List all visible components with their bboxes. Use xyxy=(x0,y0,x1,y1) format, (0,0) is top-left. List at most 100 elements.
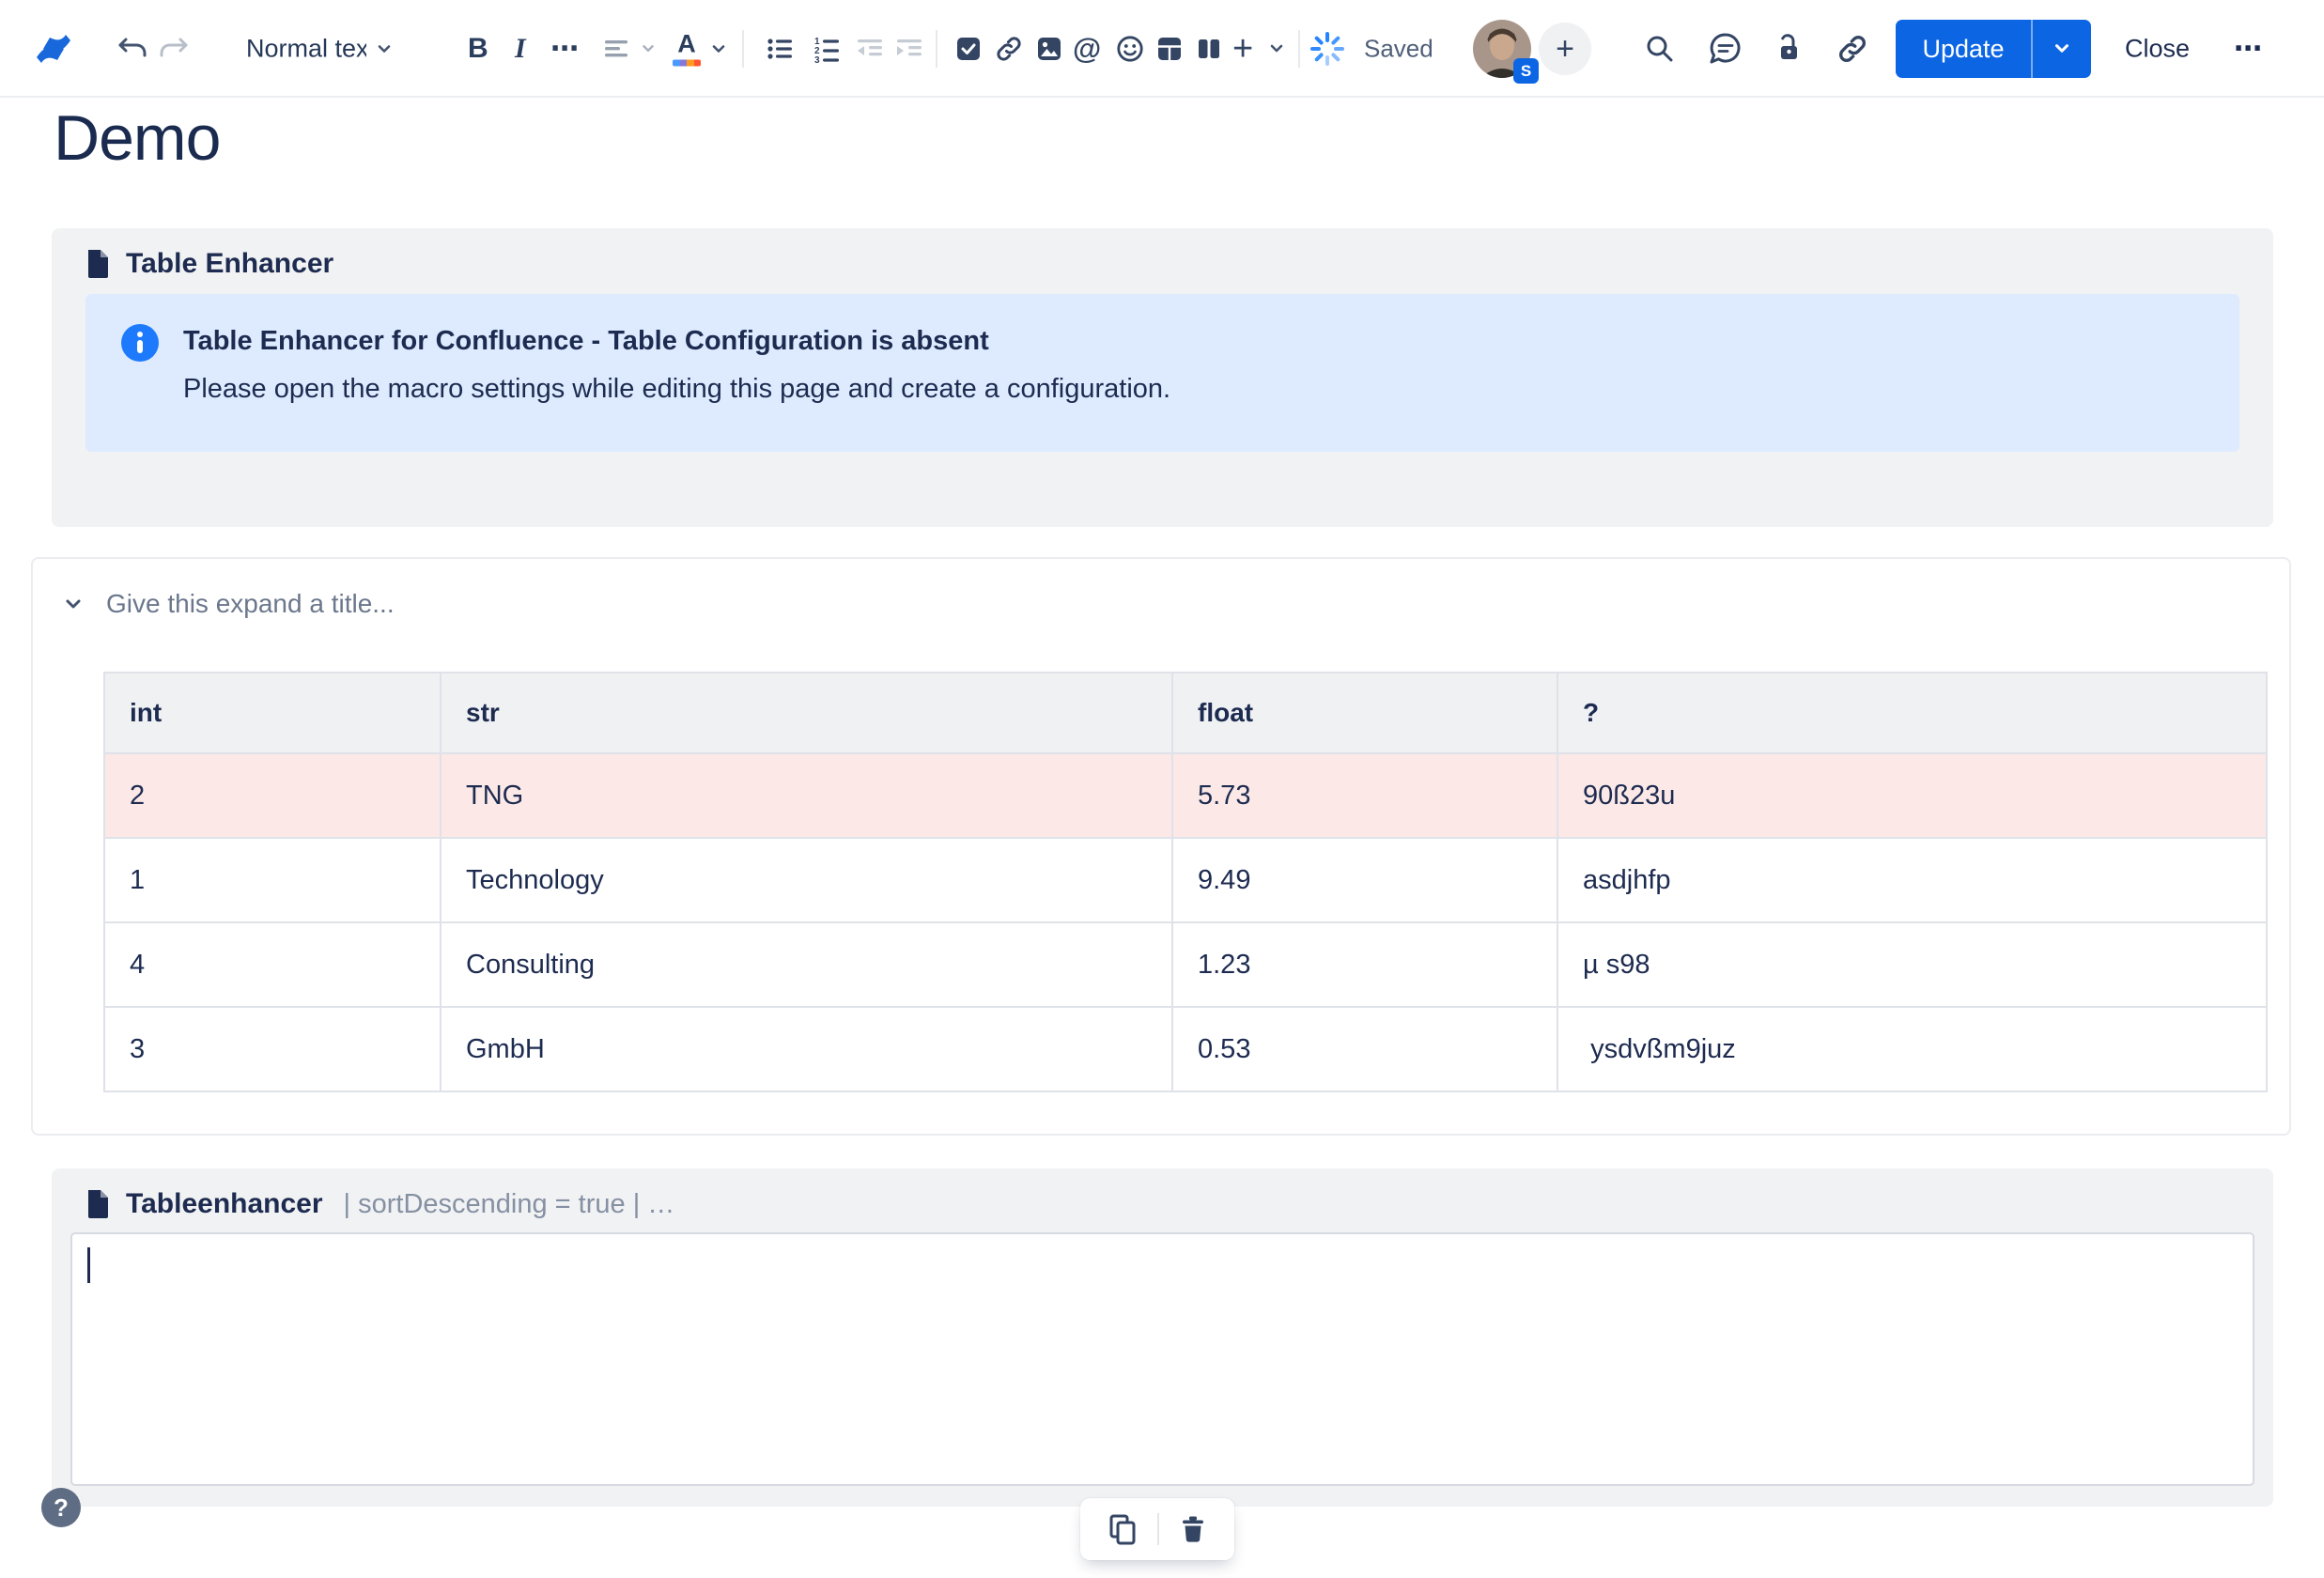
table-cell[interactable]: 2 xyxy=(103,752,442,839)
update-options-chevron[interactable] xyxy=(2033,20,2091,78)
outdent-button[interactable] xyxy=(853,31,889,67)
avatar[interactable]: S xyxy=(1473,20,1539,84)
table-cell[interactable]: 0.53 xyxy=(1171,1006,1558,1092)
table-cell[interactable]: TNG xyxy=(440,752,1173,839)
table-header-cell[interactable]: float xyxy=(1171,672,1558,754)
chevron-down-icon xyxy=(66,599,81,609)
numbered-list-button[interactable]: 123 xyxy=(810,31,845,67)
data-table: int str float? 2 TNG 5.73 90ß23u 1 Technology 9.… xyxy=(103,672,2268,1092)
layouts-button[interactable] xyxy=(1193,33,1225,65)
info-banner-body: Please open the macro settings while edi… xyxy=(183,374,1171,404)
undo-button[interactable] xyxy=(115,31,150,67)
table-header-cell[interactable]: int xyxy=(103,672,442,754)
floating-node-toolbar xyxy=(1080,1498,1234,1560)
more-formatting-button[interactable]: ⋯ xyxy=(550,33,581,66)
table-header-cell[interactable]: ? xyxy=(1557,672,2268,754)
chevron-down-icon xyxy=(712,44,725,53)
invite-plus-icon: + xyxy=(1539,23,1591,75)
insert-dropdown-chevron[interactable] xyxy=(1266,39,1287,59)
redo-icon xyxy=(160,38,188,57)
macro-body-editor[interactable] xyxy=(70,1232,2254,1486)
chevron-down-icon xyxy=(378,44,391,53)
table-cell[interactable]: 9.49 xyxy=(1171,837,1558,923)
document-icon xyxy=(88,1190,108,1218)
bullet-list-icon xyxy=(767,39,792,59)
indent-button[interactable] xyxy=(892,31,928,67)
expand-collapse-chevron[interactable] xyxy=(61,592,85,616)
table-cell[interactable]: µ s98 xyxy=(1557,921,2268,1008)
autosave-spinner-icon xyxy=(1308,29,1347,69)
table-cell[interactable]: Technology xyxy=(440,837,1173,923)
close-button[interactable]: Close xyxy=(2125,35,2190,64)
alignment-dropdown[interactable] xyxy=(599,32,658,66)
table-cell[interactable]: ysdvßm9juz xyxy=(1557,1006,2268,1092)
redo-button[interactable] xyxy=(156,31,192,67)
mention-button[interactable]: @ xyxy=(1073,32,1101,66)
help-button[interactable]: ? xyxy=(41,1488,81,1527)
table-cell[interactable]: 90ß23u xyxy=(1557,752,2268,839)
table-cell[interactable]: 1.23 xyxy=(1171,921,1558,1008)
invite-button[interactable]: + xyxy=(1539,23,1591,75)
table-icon xyxy=(1158,38,1181,60)
table-cell[interactable]: 4 xyxy=(103,921,442,1008)
macro-name: Table Enhancer xyxy=(126,248,334,279)
search-button[interactable] xyxy=(1642,31,1678,67)
table-cell[interactable]: asdjhfp xyxy=(1557,837,2268,923)
table-cell[interactable]: 3 xyxy=(103,1006,442,1092)
table-cell[interactable]: 5.73 xyxy=(1171,752,1558,839)
numbered-list-icon: 123 xyxy=(814,37,839,66)
toolbar-divider xyxy=(1298,30,1300,68)
table-button[interactable] xyxy=(1154,33,1185,65)
tableenhancer-macro-panel[interactable]: Tableenhancer | sortDescending = true | … xyxy=(52,1168,2273,1507)
unlock-button[interactable] xyxy=(1770,30,1807,68)
table-cell[interactable]: Consulting xyxy=(440,921,1173,1008)
table-row: 1 Technology 9.49 asdjhfp xyxy=(103,837,2268,923)
copy-link-button[interactable] xyxy=(1834,30,1871,68)
chain-link-icon xyxy=(1839,36,1866,62)
table-header-row: int str float? xyxy=(103,672,2268,754)
indent-icon xyxy=(897,39,922,56)
bullet-list-button[interactable] xyxy=(763,31,798,67)
table-enhancer-macro-panel[interactable]: Table Enhancer Table Enhancer for Conflu… xyxy=(52,228,2273,527)
info-banner: Table Enhancer for Confluence - Table Co… xyxy=(85,294,2239,452)
search-icon xyxy=(1647,36,1673,62)
avatar-status-badge: S xyxy=(1513,58,1539,84)
insert-more-button[interactable]: + xyxy=(1232,31,1253,67)
alignment-icon xyxy=(605,40,627,57)
trash-icon xyxy=(1183,1516,1203,1542)
table-row: 3 GmbH 0.53 ysdvßm9juz xyxy=(103,1006,2268,1092)
table-row: 2 TNG 5.73 90ß23u xyxy=(103,752,2268,839)
info-icon xyxy=(121,324,159,362)
svg-text:3: 3 xyxy=(814,55,820,66)
image-icon xyxy=(1038,38,1061,60)
copy-node-button[interactable] xyxy=(1105,1511,1140,1547)
outdent-icon xyxy=(858,39,882,56)
link-button[interactable] xyxy=(992,32,1026,66)
emoji-icon xyxy=(1117,36,1143,62)
image-button[interactable] xyxy=(1033,33,1065,65)
expand-section: Give this expand a title... int str float?… xyxy=(31,557,2291,1136)
italic-button[interactable]: I xyxy=(515,33,526,65)
emoji-button[interactable] xyxy=(1114,33,1146,65)
task-button[interactable] xyxy=(953,33,984,65)
page-title[interactable]: Demo xyxy=(54,101,221,175)
task-checkbox-icon xyxy=(957,38,980,60)
editor-overflow-button[interactable]: ⋯ xyxy=(2234,33,2264,66)
block-style-dropdown[interactable]: Normal text xyxy=(246,35,395,64)
table-cell[interactable]: 1 xyxy=(103,837,442,923)
toolbar-divider xyxy=(742,30,744,68)
comments-button[interactable] xyxy=(1706,29,1745,69)
text-caret xyxy=(87,1247,90,1283)
info-banner-title: Table Enhancer for Confluence - Table Co… xyxy=(183,326,989,356)
bold-button[interactable]: B xyxy=(468,33,488,65)
macro-header: Table Enhancer xyxy=(52,228,2273,283)
expand-title-input[interactable]: Give this expand a title... xyxy=(106,589,395,619)
macro-name: Tableenhancer xyxy=(126,1188,323,1219)
macro-parameters: | sortDescending = true | … xyxy=(343,1188,675,1219)
copy-icon xyxy=(1109,1514,1136,1545)
table-cell[interactable]: GmbH xyxy=(440,1006,1173,1092)
text-color-dropdown[interactable]: A xyxy=(673,31,729,67)
table-header-cell[interactable]: str xyxy=(440,672,1173,754)
delete-node-button[interactable] xyxy=(1176,1512,1210,1546)
update-button[interactable]: Update xyxy=(1896,20,2033,78)
